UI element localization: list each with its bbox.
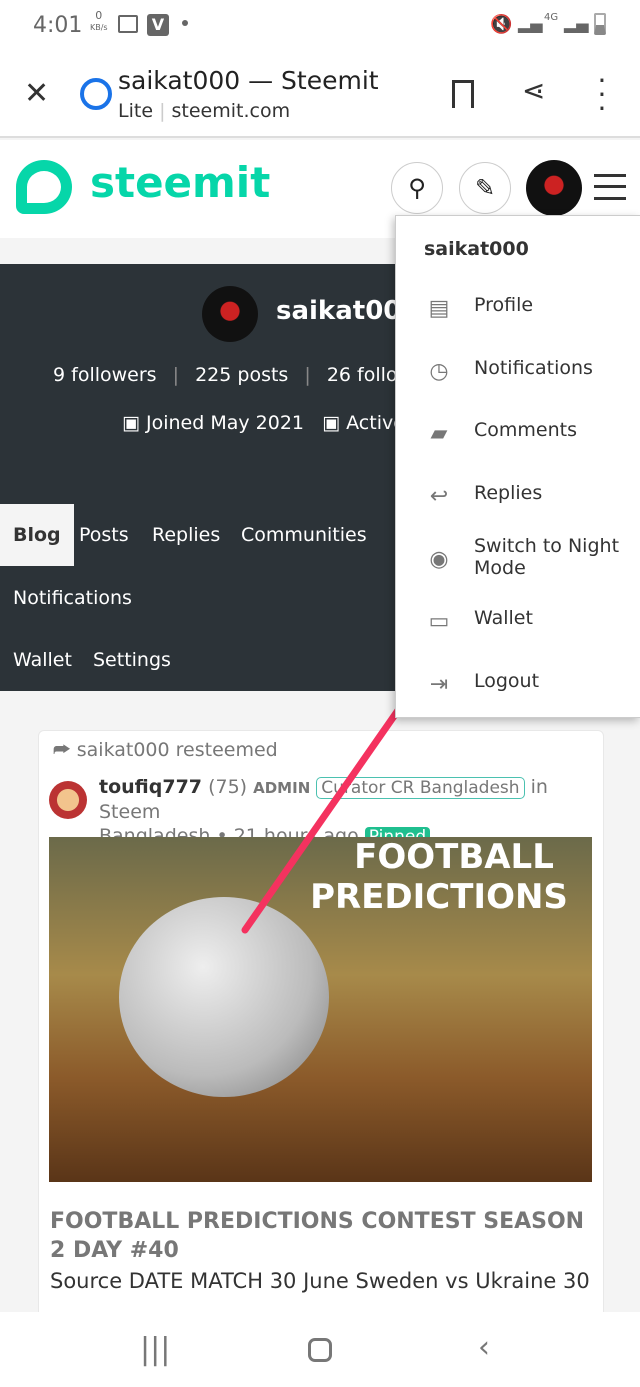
menu-item-logout[interactable]: ⇥ Logout (396, 654, 640, 714)
back-icon[interactable]: ‹ (478, 1330, 490, 1365)
reply-icon: ↩ (429, 484, 449, 509)
menu-item-replies[interactable]: ↩ Replies (396, 466, 640, 526)
system-nav-bar: ||| ‹ (0, 1312, 640, 1387)
menu-item-comments[interactable]: ▰ Comments (396, 403, 640, 463)
home-icon[interactable] (308, 1338, 332, 1362)
profile-icon: ▤ (428, 296, 450, 321)
wallet-icon: ▭ (428, 609, 450, 634)
logout-icon: ⇥ (429, 672, 449, 697)
eye-icon: ◉ (429, 547, 449, 572)
menu-username: saikat000 (424, 238, 529, 260)
recent-apps-icon[interactable]: ||| (140, 1332, 170, 1367)
menu-item-profile[interactable]: ▤ Profile (396, 278, 640, 338)
menu-item-notifications[interactable]: ◷ Notifications (396, 341, 640, 401)
user-dropdown-menu: saikat000 ▤ Profile ◷ Notifications ▰ Comme… (395, 215, 640, 718)
menu-item-night-mode[interactable]: ◉ Switch to Night Mode (396, 529, 640, 589)
clock-icon: ◷ (429, 359, 449, 384)
comment-icon: ▰ (430, 421, 448, 446)
menu-item-wallet[interactable]: ▭ Wallet (396, 591, 640, 651)
